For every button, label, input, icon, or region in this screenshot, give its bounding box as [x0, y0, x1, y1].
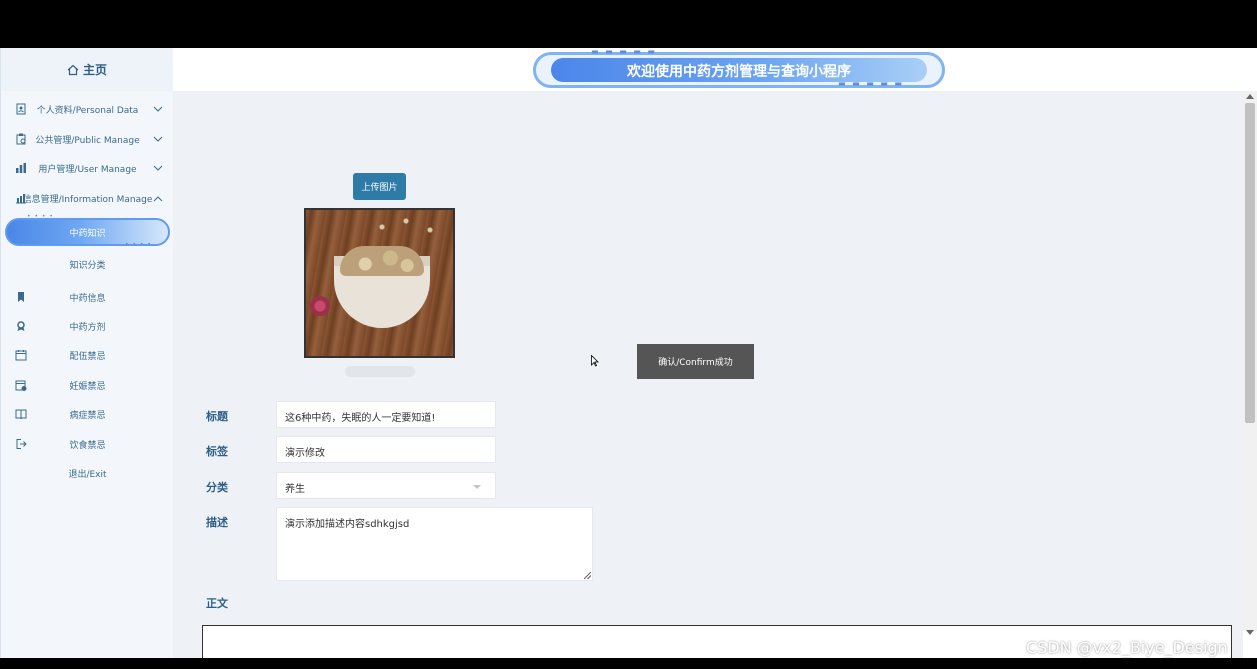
tag-input[interactable]: 演示修改 — [276, 436, 496, 463]
decor-dots: • • • • — [125, 241, 152, 248]
sidebar-item-label: 知识分类 — [69, 261, 106, 271]
scrollbar-thumb[interactable] — [1245, 103, 1255, 423]
sidebar-item-label: 病症禁忌 — [69, 411, 106, 421]
home-icon — [67, 64, 79, 75]
sidebar-item-herb-info[interactable]: 中药信息 — [1, 283, 174, 312]
sidebar-item-user-manage[interactable]: 用户管理/User Manage — [1, 154, 174, 183]
sidebar: 主页 个人资料/Personal Data 公共管理/Public Manage… — [0, 48, 173, 658]
description-label: 描述 — [206, 516, 228, 529]
sidebar-item-information-manage[interactable]: 信息管理/Information Manage — [1, 184, 174, 213]
description-textarea[interactable]: 演示添加描述内容sdhkgjsd — [276, 507, 593, 581]
scroll-down-arrow-icon[interactable] — [1246, 630, 1254, 635]
sidebar-home[interactable]: 主页 — [1, 48, 173, 91]
title-label: 标题 — [206, 410, 228, 423]
sidebar-item-exit[interactable]: 退出/Exit — [1, 459, 174, 488]
sidebar-item-label: 退出/Exit — [68, 470, 107, 480]
header: ▬ ▬ ▬ ▬ ▬ ▬ ▬ ▬ ▬ ▬ 欢迎使用中药方剂管理与查询小程序 — [173, 47, 1257, 91]
mouse-cursor-icon — [591, 355, 599, 367]
sidebar-item-herb-knowledge[interactable]: • • • • • • • • 中药知识 — [5, 213, 170, 248]
sidebar-item-label: 妊娠禁忌 — [69, 382, 106, 392]
photo-remove-bar[interactable] — [345, 366, 415, 377]
sidebar-item-public-manage[interactable]: 公共管理/Public Manage — [1, 125, 174, 154]
vertical-scrollbar[interactable] — [1243, 91, 1257, 635]
chevron-up-icon — [153, 196, 163, 202]
sidebar-item-herb-prescription[interactable]: 中药方剂 — [1, 312, 174, 341]
body-label: 正文 — [206, 597, 228, 610]
home-label: 主页 — [82, 63, 107, 77]
title-input[interactable]: 这6种中药，失眠的人一定要知道! — [276, 401, 496, 428]
sidebar-item-pregnancy-taboo[interactable]: 妊娠禁忌 — [1, 371, 174, 400]
tag-label: 标签 — [206, 445, 228, 458]
sidebar-item-label: 用户管理/User Manage — [38, 165, 137, 175]
category-selected-value: 养生 — [285, 484, 305, 495]
sidebar-item-label: 个人资料/Personal Data — [36, 106, 139, 116]
sidebar-item-label: 信息管理/Information Manage — [22, 195, 153, 205]
sidebar-item-label: 中药知识 — [69, 229, 106, 239]
banner-title: 欢迎使用中药方剂管理与查询小程序 — [627, 64, 851, 80]
sidebar-item-compatibility-taboo[interactable]: 配伍禁忌 — [1, 341, 174, 370]
category-label: 分类 — [206, 481, 228, 494]
sidebar-item-disease-taboo[interactable]: 病症禁忌 — [1, 400, 174, 429]
chevron-down-icon — [153, 106, 163, 112]
chevron-down-icon — [153, 165, 163, 171]
scroll-up-arrow-icon[interactable] — [1246, 94, 1254, 99]
resize-handle-icon[interactable] — [584, 572, 591, 579]
sidebar-item-label: 饮食禁忌 — [69, 441, 106, 451]
app-window: 主页 个人资料/Personal Data 公共管理/Public Manage… — [0, 47, 1257, 665]
sidebar-item-knowledge-category[interactable]: 知识分类 — [1, 250, 174, 279]
caret-down-icon — [473, 485, 481, 489]
main-content: 上传图片 确认/Confirm成功 标题 这6种中药，失眠的人一定要知道! 标签… — [173, 91, 1243, 665]
success-toast: 确认/Confirm成功 — [637, 344, 754, 379]
upload-image-button[interactable]: 上传图片 — [353, 173, 406, 200]
category-select[interactable]: 养生 — [276, 472, 496, 499]
sidebar-item-diet-taboo[interactable]: 饮食禁忌 — [1, 430, 174, 459]
welcome-banner: ▬ ▬ ▬ ▬ ▬ ▬ ▬ ▬ ▬ ▬ 欢迎使用中药方剂管理与查询小程序 — [533, 47, 945, 88]
bottom-bar — [0, 658, 1257, 669]
sidebar-item-label: 配伍禁忌 — [69, 352, 106, 362]
sidebar-item-label: 中药方剂 — [69, 323, 106, 333]
chevron-down-icon — [153, 136, 163, 142]
watermark: CSDN @vx2_Biye_Design — [1026, 638, 1228, 657]
sidebar-item-personal-data[interactable]: 个人资料/Personal Data — [1, 95, 174, 124]
decor-dots: ▬ ▬ ▬ ▬ ▬ — [591, 47, 657, 56]
sidebar-item-label: 公共管理/Public Manage — [35, 136, 140, 146]
decor-dots: • • • • — [27, 213, 54, 220]
herb-photo[interactable] — [304, 208, 455, 358]
sidebar-item-label: 中药信息 — [69, 294, 106, 304]
description-value: 演示添加描述内容sdhkgjsd — [285, 519, 410, 530]
